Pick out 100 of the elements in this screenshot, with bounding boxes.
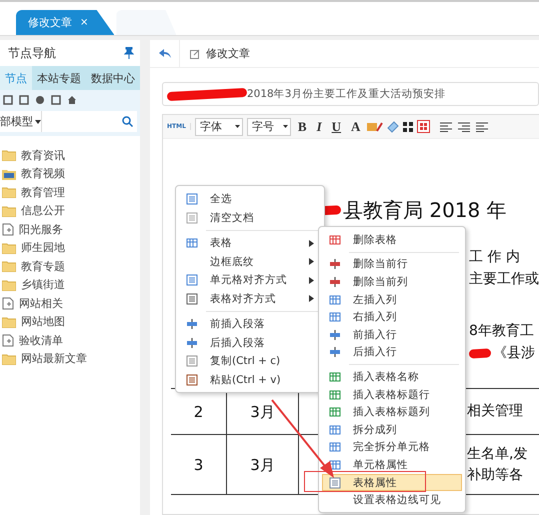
- format-button[interactable]: U: [328, 118, 344, 134]
- search-field[interactable]: [42, 111, 137, 132]
- tab[interactable]: 修改文章 ×: [16, 10, 114, 35]
- home-icon[interactable]: [67, 95, 77, 105]
- tree-item[interactable]: 阳光服务: [19, 222, 63, 237]
- folder-icon: [2, 352, 16, 365]
- format-button[interactable]: B: [294, 118, 310, 134]
- pin-icon[interactable]: [124, 47, 134, 59]
- search-icon[interactable]: [122, 116, 133, 127]
- table-header-icon: [329, 406, 341, 418]
- menu-item[interactable]: 表格属性: [322, 474, 462, 492]
- back-icon[interactable]: [158, 48, 170, 58]
- menu-item[interactable]: 表格对齐方式: [179, 290, 321, 308]
- document-text: 工 作 内: [469, 248, 520, 266]
- tree-item[interactable]: 师生园地: [21, 240, 65, 256]
- menu-item[interactable]: 边框底纹: [179, 252, 321, 271]
- tree-item[interactable]: 乡镇街道: [21, 277, 65, 292]
- tab-shape: [116, 10, 176, 35]
- document-text: 主要工作或: [469, 270, 539, 288]
- tree-item[interactable]: 验收清单: [19, 332, 63, 348]
- edit-icon: [190, 48, 200, 58]
- table-caption-icon: [329, 370, 341, 383]
- menu-item[interactable]: 完全拆分单元格: [322, 438, 462, 456]
- blank-page-icon: [186, 212, 198, 224]
- menu-item[interactable]: 插入表格标题行: [322, 386, 462, 404]
- tree-item[interactable]: 网站最新文章: [21, 351, 87, 366]
- table-cell: 3: [171, 435, 227, 495]
- globe-icon[interactable]: [35, 95, 45, 105]
- tree-item[interactable]: 教育专题: [21, 258, 65, 274]
- size-select[interactable]: 字号: [246, 118, 291, 136]
- table-icon: [186, 237, 198, 250]
- folder-icon: [2, 186, 16, 198]
- folder-icon: [2, 149, 16, 162]
- insert-column-icon: [329, 311, 341, 324]
- menu-item[interactable]: 拆分成列: [322, 420, 462, 439]
- insert-row-icon: [329, 328, 341, 341]
- folder-icon: [2, 204, 16, 217]
- delete-table-icon: [329, 234, 341, 246]
- sidebar-tab[interactable]: 数据中心: [86, 66, 140, 90]
- tree-item[interactable]: 信息公开: [21, 203, 65, 218]
- font-color-button[interactable]: A: [348, 118, 364, 134]
- table-cell: 3月: [227, 435, 299, 495]
- align-icon[interactable]: [458, 122, 470, 132]
- menu-item[interactable]: 设置表格边线可见: [322, 491, 462, 509]
- menu-item[interactable]: 删除当前列: [322, 273, 462, 291]
- menu-item[interactable]: 前插入段落: [179, 315, 321, 334]
- split-column-icon: [329, 424, 341, 436]
- insert-column-icon: [329, 294, 341, 306]
- cell-properties-icon: [329, 458, 341, 471]
- table-cell-text: 相关管理: [467, 402, 524, 421]
- insert-row-icon: [329, 346, 341, 358]
- menu-item[interactable]: 右插入列: [322, 308, 462, 326]
- tree-item[interactable]: 教育视频: [21, 166, 65, 182]
- menu-item[interactable]: 单元格对齐方式: [179, 271, 321, 290]
- copy-icon: [186, 355, 198, 368]
- tree-item[interactable]: 教育管理: [21, 184, 65, 200]
- menu-item[interactable]: 全选: [179, 190, 321, 208]
- align-icon: [186, 274, 198, 286]
- table-cell-text: 补助等各: [467, 466, 524, 484]
- split-cells-icon: [329, 441, 341, 454]
- align-icon[interactable]: [440, 122, 452, 132]
- menu-item[interactable]: 单元格属性: [322, 456, 462, 474]
- align-icon[interactable]: [476, 122, 488, 132]
- folder-icon: [2, 278, 16, 291]
- document-text: 《县涉: [493, 344, 535, 362]
- insert-below-icon: [186, 336, 198, 349]
- caret-icon: [35, 120, 41, 124]
- title-field[interactable]: 2018年3月份主要工作及重大活动预安排: [162, 82, 539, 106]
- table-cell-text: 生名单,发: [467, 444, 528, 464]
- stamp-icon[interactable]: [417, 120, 430, 133]
- highlight-icon[interactable]: [367, 120, 384, 132]
- media-folder-icon: [2, 168, 16, 180]
- delete-column-icon: [329, 276, 341, 288]
- model-select[interactable]: 部模型: [0, 111, 42, 132]
- menu-item[interactable]: 插入表格名称: [322, 368, 462, 386]
- font-select[interactable]: 字体: [194, 118, 243, 136]
- menu-item[interactable]: 后插入行: [322, 344, 462, 362]
- menu-item[interactable]: 复制(Ctrl + c): [179, 352, 321, 370]
- menu-item[interactable]: 删除表格: [322, 231, 462, 249]
- menu-item[interactable]: 左插入列: [322, 290, 462, 308]
- menu-item[interactable]: 前插入行: [322, 326, 462, 344]
- menu-item[interactable]: 后插入段落: [179, 334, 321, 352]
- document-text: 8年教育工: [469, 322, 534, 340]
- menu-item[interactable]: 删除当前行: [322, 256, 462, 274]
- menu-item[interactable]: 粘贴(Ctrl + v): [179, 370, 321, 389]
- menu-item[interactable]: 清空文档: [179, 208, 321, 227]
- menu-item[interactable]: 表格: [179, 234, 321, 252]
- caret-icon: [234, 125, 240, 128]
- sidebar-tab[interactable]: 本站专题: [32, 66, 86, 90]
- tree-item[interactable]: 教育资讯: [21, 148, 65, 163]
- menu-item[interactable]: 插入表格标题列: [322, 403, 462, 421]
- tree-item[interactable]: 网站地图: [21, 314, 65, 330]
- panel-title: 节点导航: [8, 44, 56, 62]
- close-icon[interactable]: ×: [80, 17, 88, 28]
- table-header-icon: [329, 388, 341, 401]
- tree-item[interactable]: 网站相关: [19, 296, 63, 311]
- grid-icon[interactable]: [403, 122, 414, 132]
- folder-icon: [2, 242, 16, 254]
- caret-icon: [282, 125, 288, 128]
- format-button[interactable]: I: [314, 118, 325, 134]
